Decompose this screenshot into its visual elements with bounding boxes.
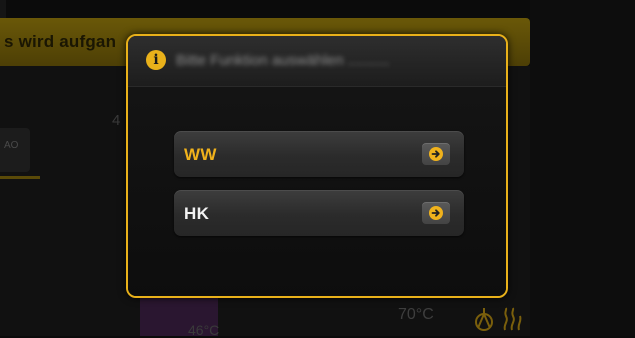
background-right-strip: [530, 0, 635, 336]
option-arrow-button[interactable]: [422, 143, 450, 165]
background-temperature-right: 70°C: [398, 306, 434, 323]
info-icon: i: [146, 50, 166, 70]
pump-icon: [475, 308, 493, 331]
option-arrow-button[interactable]: [422, 202, 450, 224]
option-hk-button[interactable]: HK: [174, 190, 464, 236]
heating-icon: [503, 307, 522, 331]
arrow-right-circle-icon: [429, 147, 443, 161]
option-label: HK: [184, 204, 210, 223]
option-ww-button[interactable]: WW: [174, 131, 464, 177]
background-tile-indicator: [0, 176, 40, 179]
dialog-body: WW HK: [128, 87, 506, 296]
dialog-title: Bitte Funktion auswählen ..........: [176, 52, 390, 69]
option-label: WW: [184, 145, 217, 164]
dialog-header: i Bitte Funktion auswählen ..........: [128, 36, 506, 87]
status-banner-text: s wird aufgan: [4, 32, 117, 51]
background-tile-label: AO: [4, 140, 19, 151]
arrow-right-circle-icon: [429, 206, 443, 220]
function-select-dialog: i Bitte Funktion auswählen .......... WW…: [126, 34, 508, 298]
background-number: 4: [112, 112, 121, 129]
